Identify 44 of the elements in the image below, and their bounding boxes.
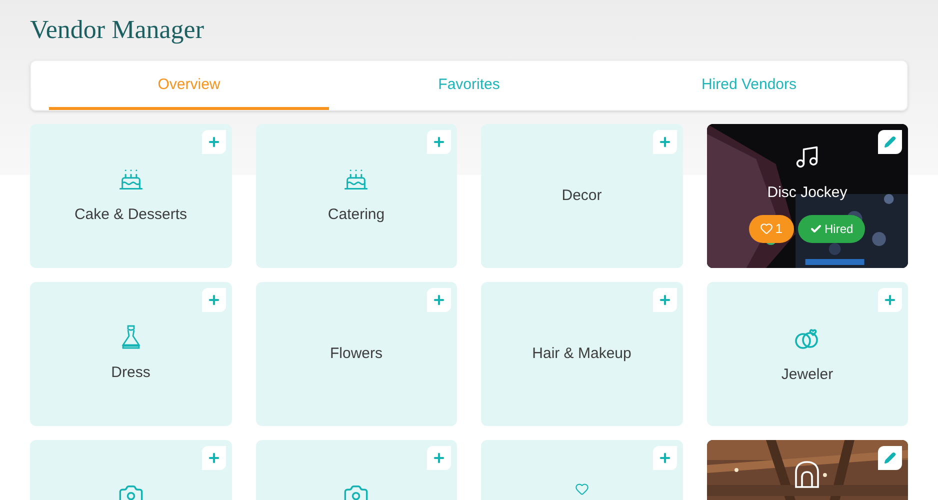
plus-icon	[658, 135, 672, 149]
vendor-name: Catering	[328, 205, 385, 225]
heart-icon	[760, 222, 774, 235]
vendor-card[interactable]: Dress	[30, 282, 232, 426]
add-button[interactable]	[652, 130, 676, 154]
vendor-card[interactable]: Flowers	[256, 282, 457, 426]
add-button[interactable]	[202, 446, 226, 470]
page-title: Vendor Manager	[30, 14, 205, 46]
add-button[interactable]	[878, 288, 902, 312]
vendor-name: Cake & Desserts	[74, 205, 188, 225]
arch-icon	[794, 460, 820, 488]
plus-icon	[883, 293, 897, 307]
vendor-card[interactable]: Jeweler	[706, 282, 908, 426]
vendor-name: Jeweler	[781, 365, 834, 385]
plus-icon	[432, 293, 446, 307]
plus-icon	[432, 451, 446, 465]
add-button[interactable]	[427, 130, 451, 154]
vendor-card[interactable]: Hair & Makeup	[481, 282, 682, 426]
plus-icon	[432, 135, 446, 149]
add-button[interactable]	[427, 288, 451, 312]
add-button[interactable]	[652, 288, 676, 312]
music-note-icon	[794, 144, 820, 170]
vendor-name: Decor	[562, 186, 602, 206]
plus-icon	[206, 451, 220, 465]
check-icon	[810, 222, 822, 234]
plus-icon	[206, 293, 220, 307]
vendor-card[interactable]: Decor	[481, 124, 682, 268]
add-button[interactable]	[202, 130, 226, 154]
plus-icon	[206, 135, 220, 149]
plus-icon	[658, 293, 672, 307]
pencil-icon	[884, 452, 896, 464]
add-button[interactable]	[652, 446, 676, 470]
heart-icon	[574, 482, 589, 496]
add-button[interactable]	[202, 288, 226, 312]
add-button[interactable]	[427, 446, 451, 470]
edit-button[interactable]	[878, 130, 902, 154]
vendor-name: Dress	[111, 363, 150, 383]
vendor-name: Flowers	[330, 344, 382, 364]
vendor-card[interactable]: Catering	[256, 124, 457, 268]
vendor-card[interactable]: Cake & Desserts	[30, 124, 232, 268]
vendor-name: Disc Jockey	[767, 183, 848, 203]
plus-icon	[658, 451, 672, 465]
vendor-name: Hair & Makeup	[532, 344, 632, 364]
pencil-icon	[884, 136, 896, 148]
